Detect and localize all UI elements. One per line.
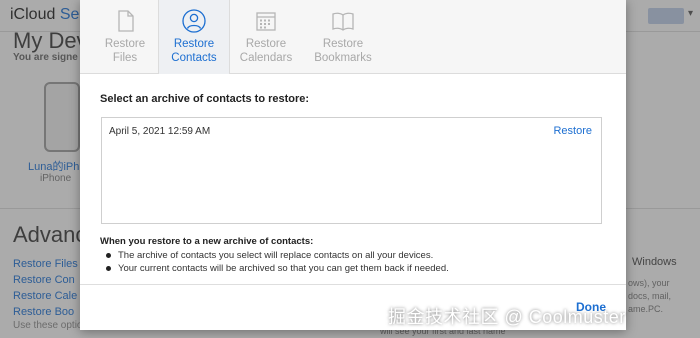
list-item: Your current contacts will be archived s… (106, 262, 449, 275)
tab-restore-contacts[interactable]: Restore Contacts (158, 0, 230, 74)
tab-restore-files[interactable]: Restore Files (88, 0, 162, 74)
restore-dialog: Restore Files Restore Contacts Restore C… (80, 0, 626, 330)
restore-tab-bar: Restore Files Restore Contacts Restore C… (80, 0, 626, 74)
tab-label: Restore Files (104, 38, 146, 64)
calendar-icon (256, 12, 276, 31)
restore-info-list: The archive of contacts you select will … (106, 249, 449, 275)
archive-list: April 5, 2021 12:59 AM Restore (101, 117, 602, 224)
tab-label: Restore Calendars (239, 38, 293, 64)
tab-restore-calendars[interactable]: Restore Calendars (230, 0, 302, 74)
select-archive-prompt: Select an archive of contacts to restore… (100, 93, 310, 105)
footer-divider (80, 284, 626, 285)
contacts-icon (182, 9, 206, 33)
file-icon (118, 10, 134, 32)
watermark: 掘金技术社区 @ Coolmuster (388, 307, 626, 327)
tab-label: Restore Bookmarks (314, 38, 372, 64)
restore-info-title: When you restore to a new archive of con… (100, 236, 314, 247)
archive-date: April 5, 2021 12:59 AM (109, 126, 211, 137)
tab-label: Restore Contacts (171, 38, 217, 64)
archive-restore-link[interactable]: Restore (553, 125, 592, 137)
bookmarks-icon (332, 12, 354, 31)
list-item: The archive of contacts you select will … (106, 249, 449, 262)
tab-restore-bookmarks[interactable]: Restore Bookmarks (302, 0, 384, 74)
